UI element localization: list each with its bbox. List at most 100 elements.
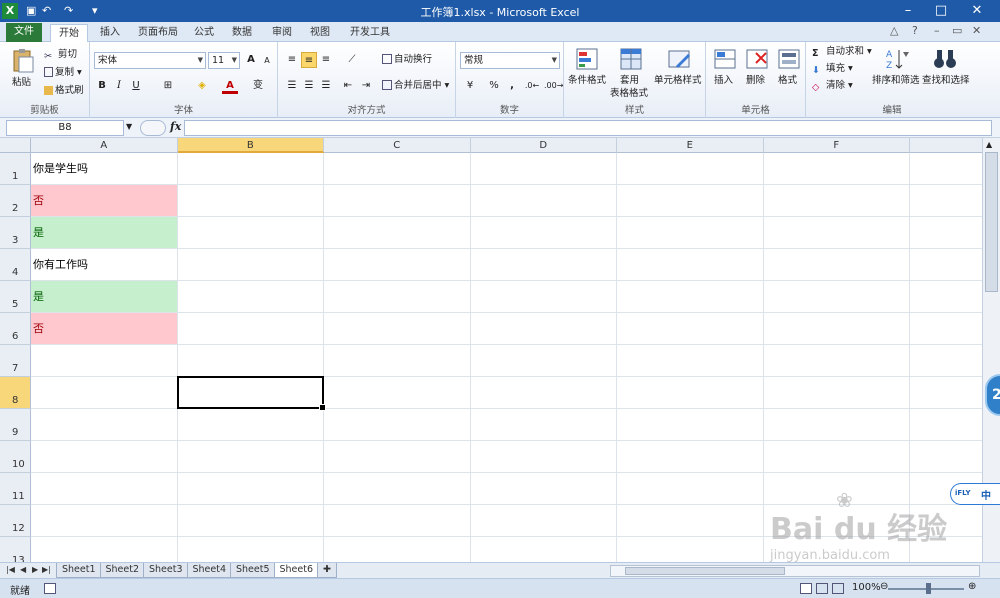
cell-x1[interactable] [910,153,982,185]
doc-restore-icon[interactable]: ▭ [952,24,962,37]
column-header-overflow[interactable] [910,138,982,153]
cell-a11[interactable] [31,473,178,505]
cell-f1[interactable] [763,153,910,185]
cell-e1[interactable] [617,153,764,185]
cell-e9[interactable] [617,409,764,441]
cell-a5[interactable]: 是 [31,281,178,313]
align-right-icon[interactable]: ☰ [318,78,334,94]
fill-color-icon[interactable]: ◈ [194,78,210,94]
column-header-d[interactable]: D [470,138,617,153]
cell-f7[interactable] [763,345,910,377]
align-left-icon[interactable]: ☰ [284,78,300,94]
cell-b5[interactable] [177,281,324,313]
cell-f9[interactable] [763,409,910,441]
active-cell-selection[interactable] [176,376,326,411]
zoom-out-icon[interactable]: ⊖ [880,581,888,592]
cell-a3[interactable]: 是 [31,217,178,249]
row-header-13[interactable]: 13 [0,537,31,562]
cell-c9[interactable] [324,409,471,441]
zoom-in-icon[interactable]: ⊕ [968,581,976,592]
sheet-tab-sheet4[interactable]: Sheet4 [186,563,233,578]
macro-record-icon[interactable] [44,583,56,594]
column-header-a[interactable]: A [31,138,178,153]
orientation-icon[interactable]: ⟋ [344,52,360,68]
cell-b11[interactable] [177,473,324,505]
tab-review[interactable]: 审阅 [264,24,300,42]
column-header-f[interactable]: F [763,138,910,153]
cell-b9[interactable] [177,409,324,441]
tab-file[interactable]: 文件 [6,23,42,42]
cell-b2[interactable] [177,185,324,217]
format-cells-icon[interactable] [776,46,802,72]
cell-f2[interactable] [763,185,910,217]
horizontal-scroll-thumb[interactable] [625,567,785,575]
tab-formulas[interactable]: 公式 [186,24,222,42]
font-size-combo[interactable]: 11 ▼ [208,52,240,69]
cell-c13[interactable] [324,537,471,562]
cell-x4[interactable] [910,249,982,281]
row-header-9[interactable]: 9 [0,409,31,441]
delete-cells-icon[interactable] [744,46,770,72]
column-header-c[interactable]: C [324,138,471,153]
cell-b3[interactable] [177,217,324,249]
ribbon-collapse-icon[interactable]: △ [890,24,898,37]
cell-a7[interactable] [31,345,178,377]
align-center-icon[interactable]: ☰ [301,78,317,94]
cell-e5[interactable] [617,281,764,313]
insert-cells-icon[interactable] [712,46,738,72]
format-cells-button[interactable]: 格式 [778,74,797,88]
italic-button[interactable]: I [111,78,127,94]
cell-c4[interactable] [324,249,471,281]
currency-icon[interactable]: ¥ [462,78,478,94]
sheet-tab-sheet3[interactable]: Sheet3 [143,563,189,578]
copy-button[interactable]: 复制 ▾ [44,66,82,80]
sheet-tab-sheet5[interactable]: Sheet5 [230,563,276,578]
cell-d4[interactable] [470,249,617,281]
cell-d1[interactable] [470,153,617,185]
phonetic-button[interactable]: 变 [250,78,266,94]
cell-e2[interactable] [617,185,764,217]
doc-close-icon[interactable]: ✕ [972,24,981,37]
row-header-12[interactable]: 12 [0,505,31,537]
cell-x3[interactable] [910,217,982,249]
cell-a6[interactable]: 否 [31,313,178,345]
minimize-icon[interactable]: – [893,0,923,22]
tab-data[interactable]: 数据 [224,24,260,42]
scroll-up-icon[interactable]: ▲ [986,140,992,149]
cell-c2[interactable] [324,185,471,217]
cell-d8[interactable] [470,377,617,409]
tab-developer[interactable]: 开发工具 [342,24,398,42]
percent-button[interactable]: % [486,78,502,94]
help-icon[interactable]: ? [912,24,918,37]
align-middle-icon[interactable]: ≡ [301,52,317,68]
cell-x7[interactable] [910,345,982,377]
cell-c1[interactable] [324,153,471,185]
cell-b1[interactable] [177,153,324,185]
increase-indent-icon[interactable]: ⇥ [358,78,374,94]
row-header-6[interactable]: 6 [0,313,31,345]
decrease-indent-icon[interactable]: ⇤ [340,78,356,94]
cell-d3[interactable] [470,217,617,249]
clear-button[interactable]: ◇ 清除 ▾ [812,79,853,93]
autosum-button[interactable]: Σ 自动求和 ▾ [812,45,872,59]
cell-b10[interactable] [177,441,324,473]
tab-page-layout[interactable]: 页面布局 [130,24,186,42]
name-box[interactable]: B8 [6,120,124,136]
cell-b13[interactable] [178,537,324,562]
cell-styles-button[interactable]: 单元格样式 [654,74,702,88]
cell-c5[interactable] [324,281,471,313]
tab-view[interactable]: 视图 [302,24,338,42]
cell-x10[interactable] [910,441,982,473]
cell-e10[interactable] [617,441,764,473]
cell-x8[interactable] [910,377,982,409]
last-sheet-icon[interactable]: ▶| [42,565,51,574]
row-header-1[interactable]: 1 [0,153,31,185]
next-sheet-icon[interactable]: ▶ [32,565,38,574]
font-color-button[interactable]: A [222,78,238,94]
increase-decimal-icon[interactable]: .0← [524,78,540,94]
cell-e3[interactable] [617,217,764,249]
underline-button[interactable]: U [128,78,144,94]
cell-d13[interactable] [471,537,617,562]
insert-cells-button[interactable]: 插入 [714,74,733,88]
cell-b12[interactable] [177,505,324,537]
